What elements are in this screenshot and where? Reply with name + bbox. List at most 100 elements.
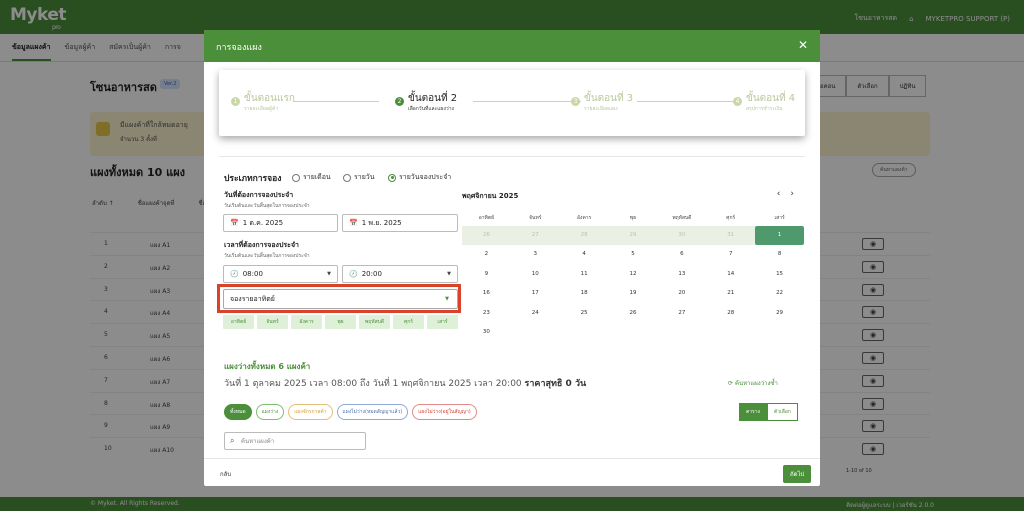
- calendar-day[interactable]: 2: [462, 245, 511, 264]
- start-time-select[interactable]: 🕗 08:00 ▼: [223, 265, 338, 283]
- weekday-header: ศุกร์: [726, 215, 736, 221]
- filter-reserved[interactable]: แผงจักรกาลค้า: [288, 404, 333, 420]
- next-button[interactable]: ถัดไป: [783, 465, 812, 483]
- step-1-number: 1: [231, 97, 240, 106]
- step-connector: [473, 101, 581, 102]
- modal-title: การจองแผง: [216, 43, 262, 53]
- calendar-day-selected[interactable]: 1: [755, 226, 804, 246]
- calendar-day[interactable]: 14: [706, 265, 755, 284]
- radio-monthly[interactable]: รายเดือน: [292, 172, 331, 183]
- view-table-button[interactable]: ตาราง: [739, 403, 767, 421]
- weekday-chip[interactable]: อังคาร: [291, 315, 322, 329]
- weekday-header: เสาร์: [774, 215, 785, 221]
- calendar-icon: 📅: [349, 219, 358, 227]
- weekday-chip[interactable]: อาทิตย์: [223, 315, 254, 329]
- weekday-header: พุธ: [629, 215, 637, 221]
- calendar-day[interactable]: 12: [609, 265, 658, 284]
- calendar-day[interactable]: 10: [511, 265, 560, 284]
- calendar-day[interactable]: 30: [462, 323, 511, 342]
- next-month-icon[interactable]: ›: [790, 189, 804, 199]
- calendar-day[interactable]: 13: [657, 265, 706, 284]
- stall-search-input[interactable]: ⌕ ค้นหาแผงค้า: [224, 432, 366, 450]
- calendar-day[interactable]: 28: [706, 304, 755, 323]
- calendar-day[interactable]: 22: [755, 284, 804, 303]
- weekday-chip[interactable]: เสาร์: [427, 315, 458, 329]
- calendar-day[interactable]: 19: [609, 284, 658, 303]
- filter-chips: ทั้งหมด แผงว่าง แผงจักรกาลค้า แผงไม่ว่าง…: [224, 404, 477, 420]
- clock-icon: 🕗: [349, 270, 358, 278]
- step-1-label: ขั้นตอนแรก: [244, 93, 295, 104]
- calendar-day[interactable]: 26: [462, 226, 511, 246]
- weekday-chips: อาทิตย์ จันทร์ อังคาร พุธ พฤหัสบดี ศุกร์ เสาร์: [223, 315, 458, 329]
- calendar-day[interactable]: 26: [609, 304, 658, 323]
- available-total: ราคาสุทธิ 0 วัน: [524, 379, 587, 389]
- step-3-label: ขั้นตอนที่ 3: [584, 93, 634, 104]
- calendar-day[interactable]: 27: [510, 226, 560, 246]
- calendar-day[interactable]: 6: [657, 245, 706, 264]
- date-section-label: วันที่ต้องการจองประจำ: [224, 191, 294, 199]
- radio-recurring-daily[interactable]: รายวันจองประจำ: [388, 172, 451, 183]
- radio-circle[interactable]: [343, 173, 351, 182]
- available-title: แผงว่างทั้งหมด 6 แผงค้า: [224, 362, 311, 371]
- radio-circle[interactable]: [292, 173, 300, 182]
- calendar-day[interactable]: 28: [559, 226, 609, 246]
- start-date-field[interactable]: 📅 1 ต.ค. 2025: [223, 214, 338, 232]
- step-4-label: ขั้นตอนที่ 4: [746, 93, 796, 104]
- calendar-day[interactable]: 4: [560, 245, 609, 264]
- refresh-search-button[interactable]: ⟳ ค้นหาแผงว่างซ้ำ: [728, 378, 778, 388]
- calendar-day[interactable]: 29: [608, 226, 658, 246]
- calendar-nav: ‹›: [777, 189, 804, 199]
- booking-type-label: ประเภทการจอง: [224, 174, 282, 184]
- step-connector: [637, 101, 733, 102]
- step-3-sub: รายละเอียดแผง: [584, 106, 618, 112]
- calendar-day[interactable]: 11: [560, 265, 609, 284]
- calendar-day[interactable]: 18: [560, 284, 609, 303]
- weekday-chip[interactable]: พุธ: [325, 315, 356, 329]
- radio-circle-selected[interactable]: [388, 173, 396, 182]
- highlight-box: [217, 284, 461, 313]
- clock-icon: 🕗: [230, 270, 239, 278]
- radio-daily[interactable]: รายวัน: [343, 172, 375, 183]
- calendar-day[interactable]: 27: [657, 304, 706, 323]
- close-icon[interactable]: ✕: [798, 38, 808, 52]
- weekday-chip[interactable]: จันทร์: [257, 315, 288, 329]
- weekday-chip[interactable]: พฤหัสบดี: [359, 315, 390, 329]
- calendar-day[interactable]: 31: [706, 226, 756, 246]
- calendar-day[interactable]: 5: [609, 245, 658, 264]
- step-connector: [293, 101, 379, 102]
- view-option-button[interactable]: ตัวเลือก: [767, 403, 798, 421]
- calendar-grid: 26 27 28 29 30 31 1 2 3 4 5 6 7 8 9 10 11 12 13 14 15 16 17 18 1…: [462, 226, 804, 342]
- calendar-day[interactable]: 8: [755, 245, 804, 264]
- stepper: 1 ขั้นตอนแรก รายละเอียดผู้ค้า 2 ขั้นตอนท…: [219, 70, 805, 136]
- calendar-day[interactable]: 21: [706, 284, 755, 303]
- end-time-select[interactable]: 🕗 20:00 ▼: [342, 265, 458, 283]
- calendar-day[interactable]: 30: [657, 226, 707, 246]
- modal-footer: กลับ ถัดไป: [204, 458, 820, 486]
- chevron-down-icon: ▼: [327, 271, 331, 277]
- calendar-day[interactable]: 9: [462, 265, 511, 284]
- filter-expired[interactable]: แผงไม่ว่าง(หมดสัญญาแล้ว): [336, 404, 409, 420]
- back-button[interactable]: กลับ: [220, 469, 231, 479]
- filter-all[interactable]: ทั้งหมด: [224, 404, 252, 420]
- filter-in-contract[interactable]: แผงไม่ว่าง(อยู่ในสัญญา): [412, 404, 477, 420]
- calendar-day[interactable]: 20: [657, 284, 706, 303]
- calendar-day[interactable]: 16: [462, 284, 511, 303]
- step-4-number: 4: [733, 97, 742, 106]
- calendar-day[interactable]: 15: [755, 265, 804, 284]
- weekday-header: พฤหัสบดี: [672, 215, 692, 221]
- calendar-day[interactable]: 23: [462, 304, 511, 323]
- calendar-day[interactable]: 7: [706, 245, 755, 264]
- time-section-label: เวลาที่ต้องการจองประจำ: [224, 241, 299, 249]
- weekday-chip[interactable]: ศุกร์: [393, 315, 424, 329]
- date-section-hint: วันเริ่มต้นและวันสิ้นสุดในการจองประจำ: [224, 203, 310, 209]
- prev-month-icon[interactable]: ‹: [777, 189, 791, 199]
- calendar-day[interactable]: 24: [511, 304, 560, 323]
- calendar-day[interactable]: 17: [511, 284, 560, 303]
- calendar-day[interactable]: 29: [755, 304, 804, 323]
- calendar-day[interactable]: 25: [560, 304, 609, 323]
- calendar-icon: 📅: [230, 219, 239, 227]
- calendar-day[interactable]: 3: [511, 245, 560, 264]
- filter-available[interactable]: แผงว่าง: [255, 404, 285, 420]
- available-range: วันที่ 1 ตุลาคม 2025 เวลา 08:00 ถึง วันท…: [224, 379, 587, 389]
- end-date-field[interactable]: 📅 1 พ.ย. 2025: [342, 214, 458, 232]
